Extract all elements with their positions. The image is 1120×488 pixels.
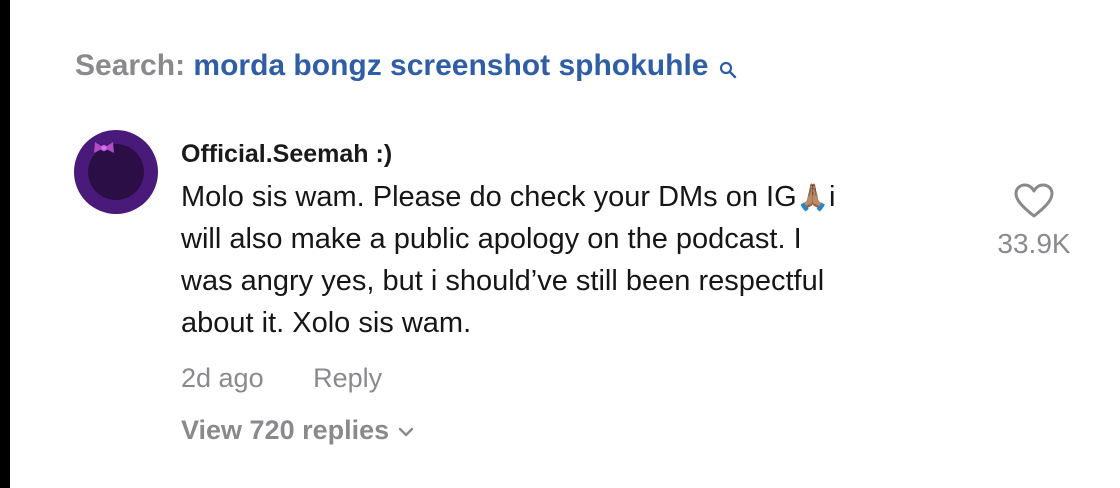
comment-timestamp: 2d ago [181,363,264,393]
comment-text: Molo sis wam. Please do check your DMs o… [181,176,971,344]
search-suggestion[interactable]: Search: morda bongz screenshot sphokuhle [75,44,737,92]
view-replies-label: View 720 replies [181,415,390,445]
avatar[interactable] [74,130,158,214]
comment-meta: 2d ago Reply [181,358,382,398]
comment-line-1-text: Molo sis wam. Please do check your DMs o… [181,181,797,213]
view-replies-button[interactable]: View 720 replies [181,410,415,450]
comment-line-3: was angry yes, but i should’ve still bee… [181,265,825,297]
bow-icon [94,142,114,153]
search-icon [719,48,737,92]
comment-line-1-suffix: i [829,181,836,213]
comment-username[interactable]: Official.Seemah :) [181,137,392,171]
search-prefix: Search: [75,49,186,82]
reply-button[interactable]: Reply [313,363,382,393]
like-count: 33.9K [997,228,1071,259]
comment-line-2: will also make a public apology on the p… [181,223,802,255]
screen-edge [0,0,10,488]
chevron-down-icon [398,427,414,437]
comment-line-1: Molo sis wam. Please do check your DMs o… [181,176,971,218]
heart-icon[interactable] [1014,183,1054,219]
comment-line-4: about it. Xolo sis wam. [181,307,472,339]
search-query-link[interactable]: morda bongz screenshot sphokuhle [193,49,708,82]
praying-hands-emoji: 🙏🏽 [796,182,830,212]
